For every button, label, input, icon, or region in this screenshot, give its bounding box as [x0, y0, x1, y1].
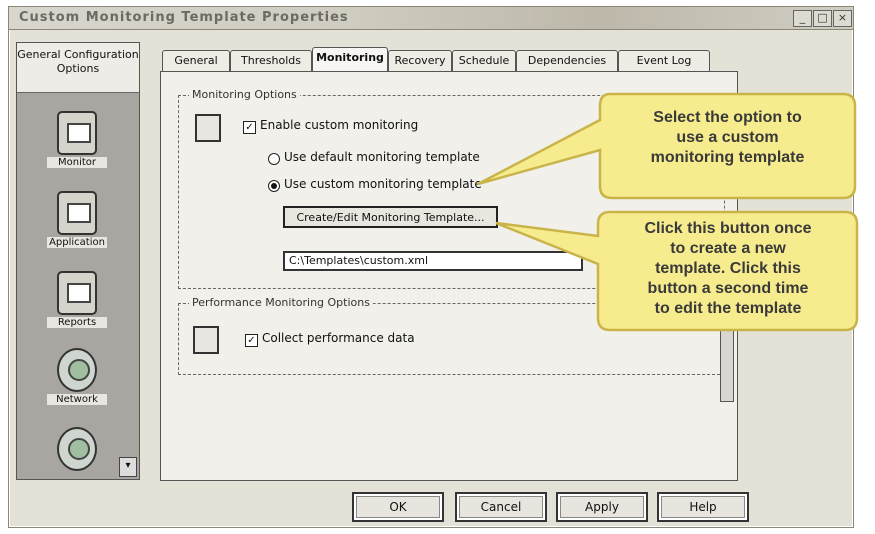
callout-line: Click this button once	[644, 220, 812, 237]
callout-line: template. Click this	[655, 260, 801, 277]
callout-click-button: Click this button once to create a new t…	[603, 219, 853, 319]
callout-line: to create a new	[670, 240, 786, 257]
callout-line: to edit the template	[654, 300, 802, 317]
callout-line: use a custom	[676, 129, 779, 146]
callout-select-option: Select the option to use a custom monito…	[605, 108, 850, 168]
callout-line: Select the option to	[653, 109, 802, 126]
callout-line: monitoring template	[650, 149, 805, 166]
screenshot-stage: Custom Monitoring Template Properties _ …	[0, 0, 875, 534]
callout-line: button a second time	[647, 280, 809, 297]
